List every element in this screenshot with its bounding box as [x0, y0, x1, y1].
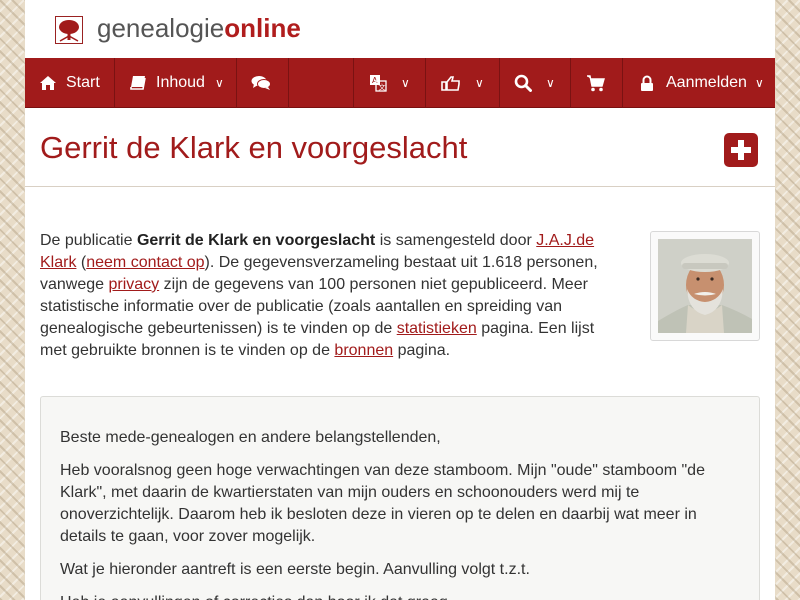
chevron-down-icon: ∨ — [754, 76, 764, 90]
publication-notice: Beste mede-genealogen en andere belangst… — [40, 396, 760, 600]
chevron-down-icon: ∨ — [214, 76, 224, 90]
nav-cart[interactable] — [586, 58, 606, 108]
nav-recommend[interactable]: ∨ — [441, 58, 484, 108]
author-photo — [658, 239, 752, 333]
logo-bar: genealogieonline — [25, 0, 775, 58]
comments-icon — [251, 75, 271, 91]
page: genealogieonline Start Inhoud ∨ A 文 ∨ ∨ … — [25, 0, 775, 600]
intro-text: is samengesteld door — [375, 232, 537, 249]
thumbs-up-icon — [441, 75, 461, 91]
book-icon — [130, 75, 147, 91]
logo-online: online — [224, 13, 301, 43]
title-row: Gerrit de Klark en voorgeslacht — [25, 108, 775, 187]
intro-text: De publicatie — [40, 232, 137, 249]
cart-icon — [586, 74, 606, 92]
notice-paragraph: Wat je hieronder aantreft is een eerste … — [60, 561, 530, 578]
sources-link[interactable]: bronnen — [334, 342, 393, 359]
author-photo-frame[interactable] — [650, 231, 760, 341]
svg-text:文: 文 — [379, 83, 386, 92]
intro-text: pagina. — [393, 342, 451, 359]
chevron-down-icon: ∨ — [401, 76, 410, 90]
page-title: Gerrit de Klark en voorgeslacht — [40, 130, 468, 165]
tree-logo-icon[interactable] — [55, 16, 83, 44]
plus-square-icon[interactable] — [724, 133, 758, 167]
nav-search[interactable]: ∨ — [514, 58, 555, 108]
notice-paragraph: Heb je aanvullingen of correcties dan ho… — [60, 592, 740, 600]
publication-name: Gerrit de Klark en voorgeslacht — [136, 232, 376, 249]
home-icon — [39, 75, 57, 91]
lock-icon — [640, 75, 654, 92]
contact-link[interactable]: neem contact op — [86, 254, 204, 271]
nav-start[interactable]: Start — [39, 58, 100, 108]
logo-genealogie: genealogie — [97, 13, 225, 43]
publication-intro: De publicatie Gerrit de Klark en voorges… — [40, 230, 610, 362]
nav-login-label: Aanmelden — [666, 74, 747, 91]
nav-language[interactable]: A文 ∨ — [369, 58, 410, 108]
chevron-down-icon: ∨ — [475, 76, 484, 90]
nav-inhoud[interactable]: Inhoud ∨ — [130, 58, 224, 108]
intro-text: ( — [76, 254, 87, 271]
nav-login[interactable]: Aanmelden ∨ — [640, 58, 764, 108]
chevron-down-icon: ∨ — [546, 76, 555, 90]
search-icon — [514, 74, 532, 92]
notice-paragraph: Beste mede-genealogen en andere belangst… — [60, 429, 441, 446]
privacy-link[interactable]: privacy — [109, 276, 160, 293]
language-icon: A文 — [369, 74, 387, 92]
main-navbar: Start Inhoud ∨ A文 ∨ ∨ ∨ Aanmelden ∨ — [25, 58, 775, 108]
nav-inhoud-label: Inhoud — [156, 74, 205, 91]
statistics-link[interactable]: statistieken — [397, 320, 477, 337]
nav-start-label: Start — [66, 74, 100, 91]
notice-paragraph: Heb vooralsnog geen hoge verwachtingen v… — [60, 462, 705, 545]
site-logo-text[interactable]: genealogieonline — [97, 13, 301, 44]
nav-forum[interactable] — [251, 58, 271, 108]
